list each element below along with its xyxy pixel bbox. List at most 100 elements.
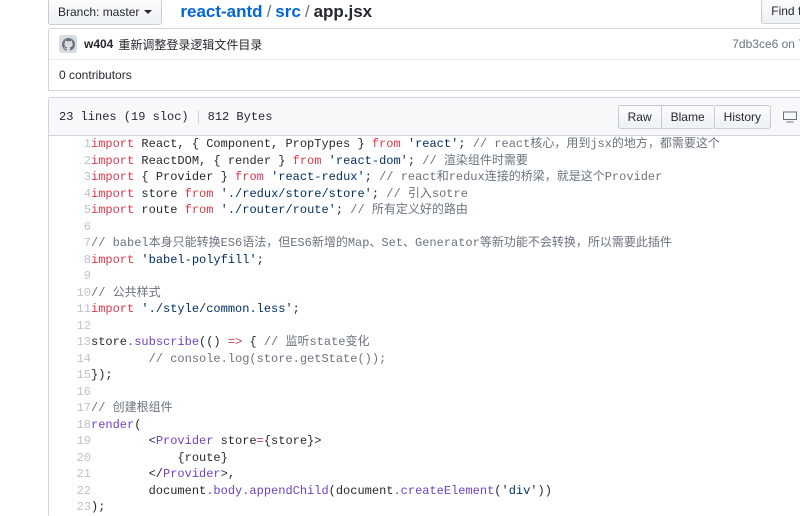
code-token: // console.log(store.getState());	[91, 351, 387, 366]
line-content: );	[91, 499, 800, 516]
code-line-row: 19 <Provider store={store}>	[49, 433, 800, 450]
line-number[interactable]: 15	[49, 367, 91, 384]
code-token: ;	[335, 203, 351, 217]
file-size: 812 Bytes	[207, 109, 273, 124]
path-actions: Find file Copy path	[761, 0, 800, 24]
line-content: import './style/common.less';	[91, 301, 800, 318]
code-token: =>	[227, 335, 250, 349]
branch-selector-button[interactable]: Branch: master	[48, 0, 163, 25]
commit-message[interactable]: 重新调整登录逻辑文件目录	[118, 36, 262, 53]
line-number[interactable]: 2	[49, 152, 91, 169]
code-line-row: 22 document.body.appendChild(document.cr…	[49, 482, 800, 499]
line-number[interactable]: 3	[49, 169, 91, 186]
file-line-count: 23 lines (19 sloc)	[59, 109, 189, 124]
contributors-count-label[interactable]: 0 contributors	[59, 68, 132, 82]
code-line-row: 3 import { Provider } from 'react-redux';…	[49, 169, 800, 186]
commit-author-name[interactable]: w404	[84, 37, 113, 51]
line-number[interactable]: 14	[49, 350, 91, 367]
commit-summary-box: w404 重新调整登录逻辑文件目录 7db3ce6 on 7 Ma 0 cont…	[48, 28, 800, 91]
code-token: // react核心，用到jsx的地方，都需要这个	[472, 137, 720, 151]
line-content: <Provider store={store}>	[91, 433, 800, 450]
file-meta-info: 23 lines (19 sloc) 812 Bytes	[59, 109, 273, 124]
code-token: 'react-dom'	[328, 153, 408, 168]
code-token: from	[292, 153, 329, 168]
code-token: './router/route'	[220, 203, 336, 217]
code-token: // 渲染组件时需要	[422, 153, 528, 168]
code-token: store	[213, 434, 257, 448]
line-number[interactable]: 18	[49, 416, 91, 433]
code-token: );	[91, 500, 106, 514]
code-token: from	[184, 186, 221, 201]
code-token: // 所有定义好的路由	[350, 203, 468, 217]
code-token: import	[91, 186, 142, 201]
code-line-row: 23);	[49, 499, 800, 516]
line-content: store.subscribe(() => { // 监听state变化	[91, 334, 800, 351]
line-number[interactable]: 17	[49, 400, 91, 417]
code-token: ReactDOM, { render }	[141, 153, 293, 168]
code-token: render	[91, 417, 135, 432]
line-number[interactable]: 8	[49, 251, 91, 268]
breadcrumb-separator-2: /	[304, 2, 310, 21]
code-line-row: 17// 创建根组件	[49, 400, 800, 417]
line-content: render(	[91, 417, 800, 434]
line-number[interactable]: 5	[49, 202, 91, 219]
find-file-button[interactable]: Find file	[761, 0, 800, 24]
code-token: import	[91, 203, 142, 217]
code-token: =	[256, 434, 264, 448]
line-number[interactable]: 16	[49, 383, 91, 400]
code-line-row: 7// babel本身只能转换ES6语法，但ES6新增的Map、Set、Gene…	[49, 235, 800, 252]
code-token: './redux/store/store'	[220, 186, 372, 201]
code-line-row: 4 import store from './redux/store/store'…	[49, 185, 800, 202]
line-number[interactable]: 12	[49, 317, 91, 334]
line-number[interactable]: 19	[49, 433, 91, 450]
code-line-row: 11 import './style/common.less';	[49, 301, 800, 318]
code-token: ;	[407, 153, 423, 168]
code-token: { Provider }	[141, 170, 236, 184]
line-number[interactable]: 20	[49, 449, 91, 466]
github-mark-icon	[59, 35, 77, 53]
file-view-button-group: Raw Blame History	[617, 104, 771, 129]
code-token: ;	[371, 186, 387, 201]
line-number[interactable]: 6	[49, 218, 91, 235]
file-content-box: 23 lines (19 sloc) 812 Bytes Raw Blame H…	[48, 97, 800, 516]
line-number[interactable]: 1	[49, 136, 91, 153]
line-number[interactable]: 11	[49, 301, 91, 318]
line-content: // 创建根组件	[91, 400, 800, 417]
raw-button[interactable]: Raw	[617, 104, 662, 129]
line-number[interactable]: 21	[49, 466, 91, 483]
line-content: import { Provider } from 'react-redux'; …	[91, 169, 800, 186]
line-content: });	[91, 367, 800, 384]
line-content	[91, 384, 800, 401]
line-content	[91, 219, 800, 236]
code-token: store	[141, 186, 185, 201]
line-content: import React, { Component, PropTypes } f…	[91, 136, 800, 153]
breadcrumb-dir-link[interactable]: src	[275, 2, 301, 21]
code-token: import	[91, 170, 142, 184]
branch-selector-label: Branch: master	[58, 5, 140, 19]
blame-button[interactable]: Blame	[661, 104, 715, 129]
line-content: import 'babel-polyfill';	[91, 252, 800, 269]
history-button[interactable]: History	[714, 104, 771, 129]
desktop-download-icon[interactable]	[781, 108, 799, 126]
code-token: (	[134, 417, 142, 432]
line-number[interactable]: 10	[49, 284, 91, 301]
code-token: import	[91, 252, 142, 267]
line-number[interactable]: 22	[49, 482, 91, 499]
line-number[interactable]: 7	[49, 235, 91, 252]
line-number[interactable]: 4	[49, 185, 91, 202]
code-token: ;	[256, 252, 264, 267]
code-token: ;	[458, 137, 473, 151]
line-number[interactable]: 9	[49, 268, 91, 285]
file-meta-divider	[197, 109, 199, 124]
line-number[interactable]: 23	[49, 499, 91, 516]
breadcrumb: react-antd / src / app.jsx	[180, 2, 372, 22]
code-table-body: 1 import React, { Component, PropTypes } …	[49, 136, 800, 516]
line-content: </Provider>,	[91, 466, 800, 483]
commit-hash-and-date[interactable]: 7db3ce6 on 7 Ma	[732, 37, 800, 51]
code-token: {route}	[91, 450, 228, 465]
breadcrumb-repo-link[interactable]: react-antd	[180, 2, 262, 21]
code-token: React, { Component, PropTypes }	[141, 137, 372, 151]
code-token: .subscribe	[127, 335, 200, 349]
line-number[interactable]: 13	[49, 334, 91, 351]
contributors-row: 0 contributors	[49, 60, 800, 90]
